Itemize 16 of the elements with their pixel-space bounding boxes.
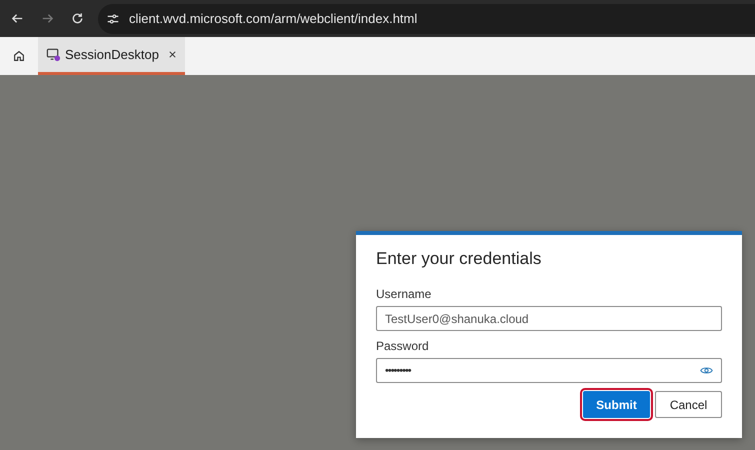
reload-icon[interactable] [70, 11, 85, 26]
field-label: Password [376, 339, 430, 353]
cancel-button[interactable]: Cancel [655, 391, 722, 418]
site-settings-icon[interactable] [106, 12, 120, 26]
remote-desktop-icon [46, 47, 61, 62]
tab-label: SessionDesktop [65, 47, 160, 62]
session-tab[interactable]: SessionDesktop [38, 37, 185, 75]
address-bar[interactable]: client.wvd.microsoft.com/arm/webclient/index.html [98, 4, 755, 34]
submit-button[interactable]: Submit [583, 391, 650, 418]
username-field[interactable]: TestUser0@shanuka.cloud [376, 306, 722, 331]
dialog-title: Enter your credentials [376, 249, 542, 269]
eye-icon[interactable] [700, 366, 713, 375]
close-icon[interactable] [168, 50, 177, 59]
home-icon[interactable] [12, 49, 26, 63]
field-label: Username [376, 287, 432, 301]
password-field[interactable]: ••••••••• [376, 358, 722, 383]
